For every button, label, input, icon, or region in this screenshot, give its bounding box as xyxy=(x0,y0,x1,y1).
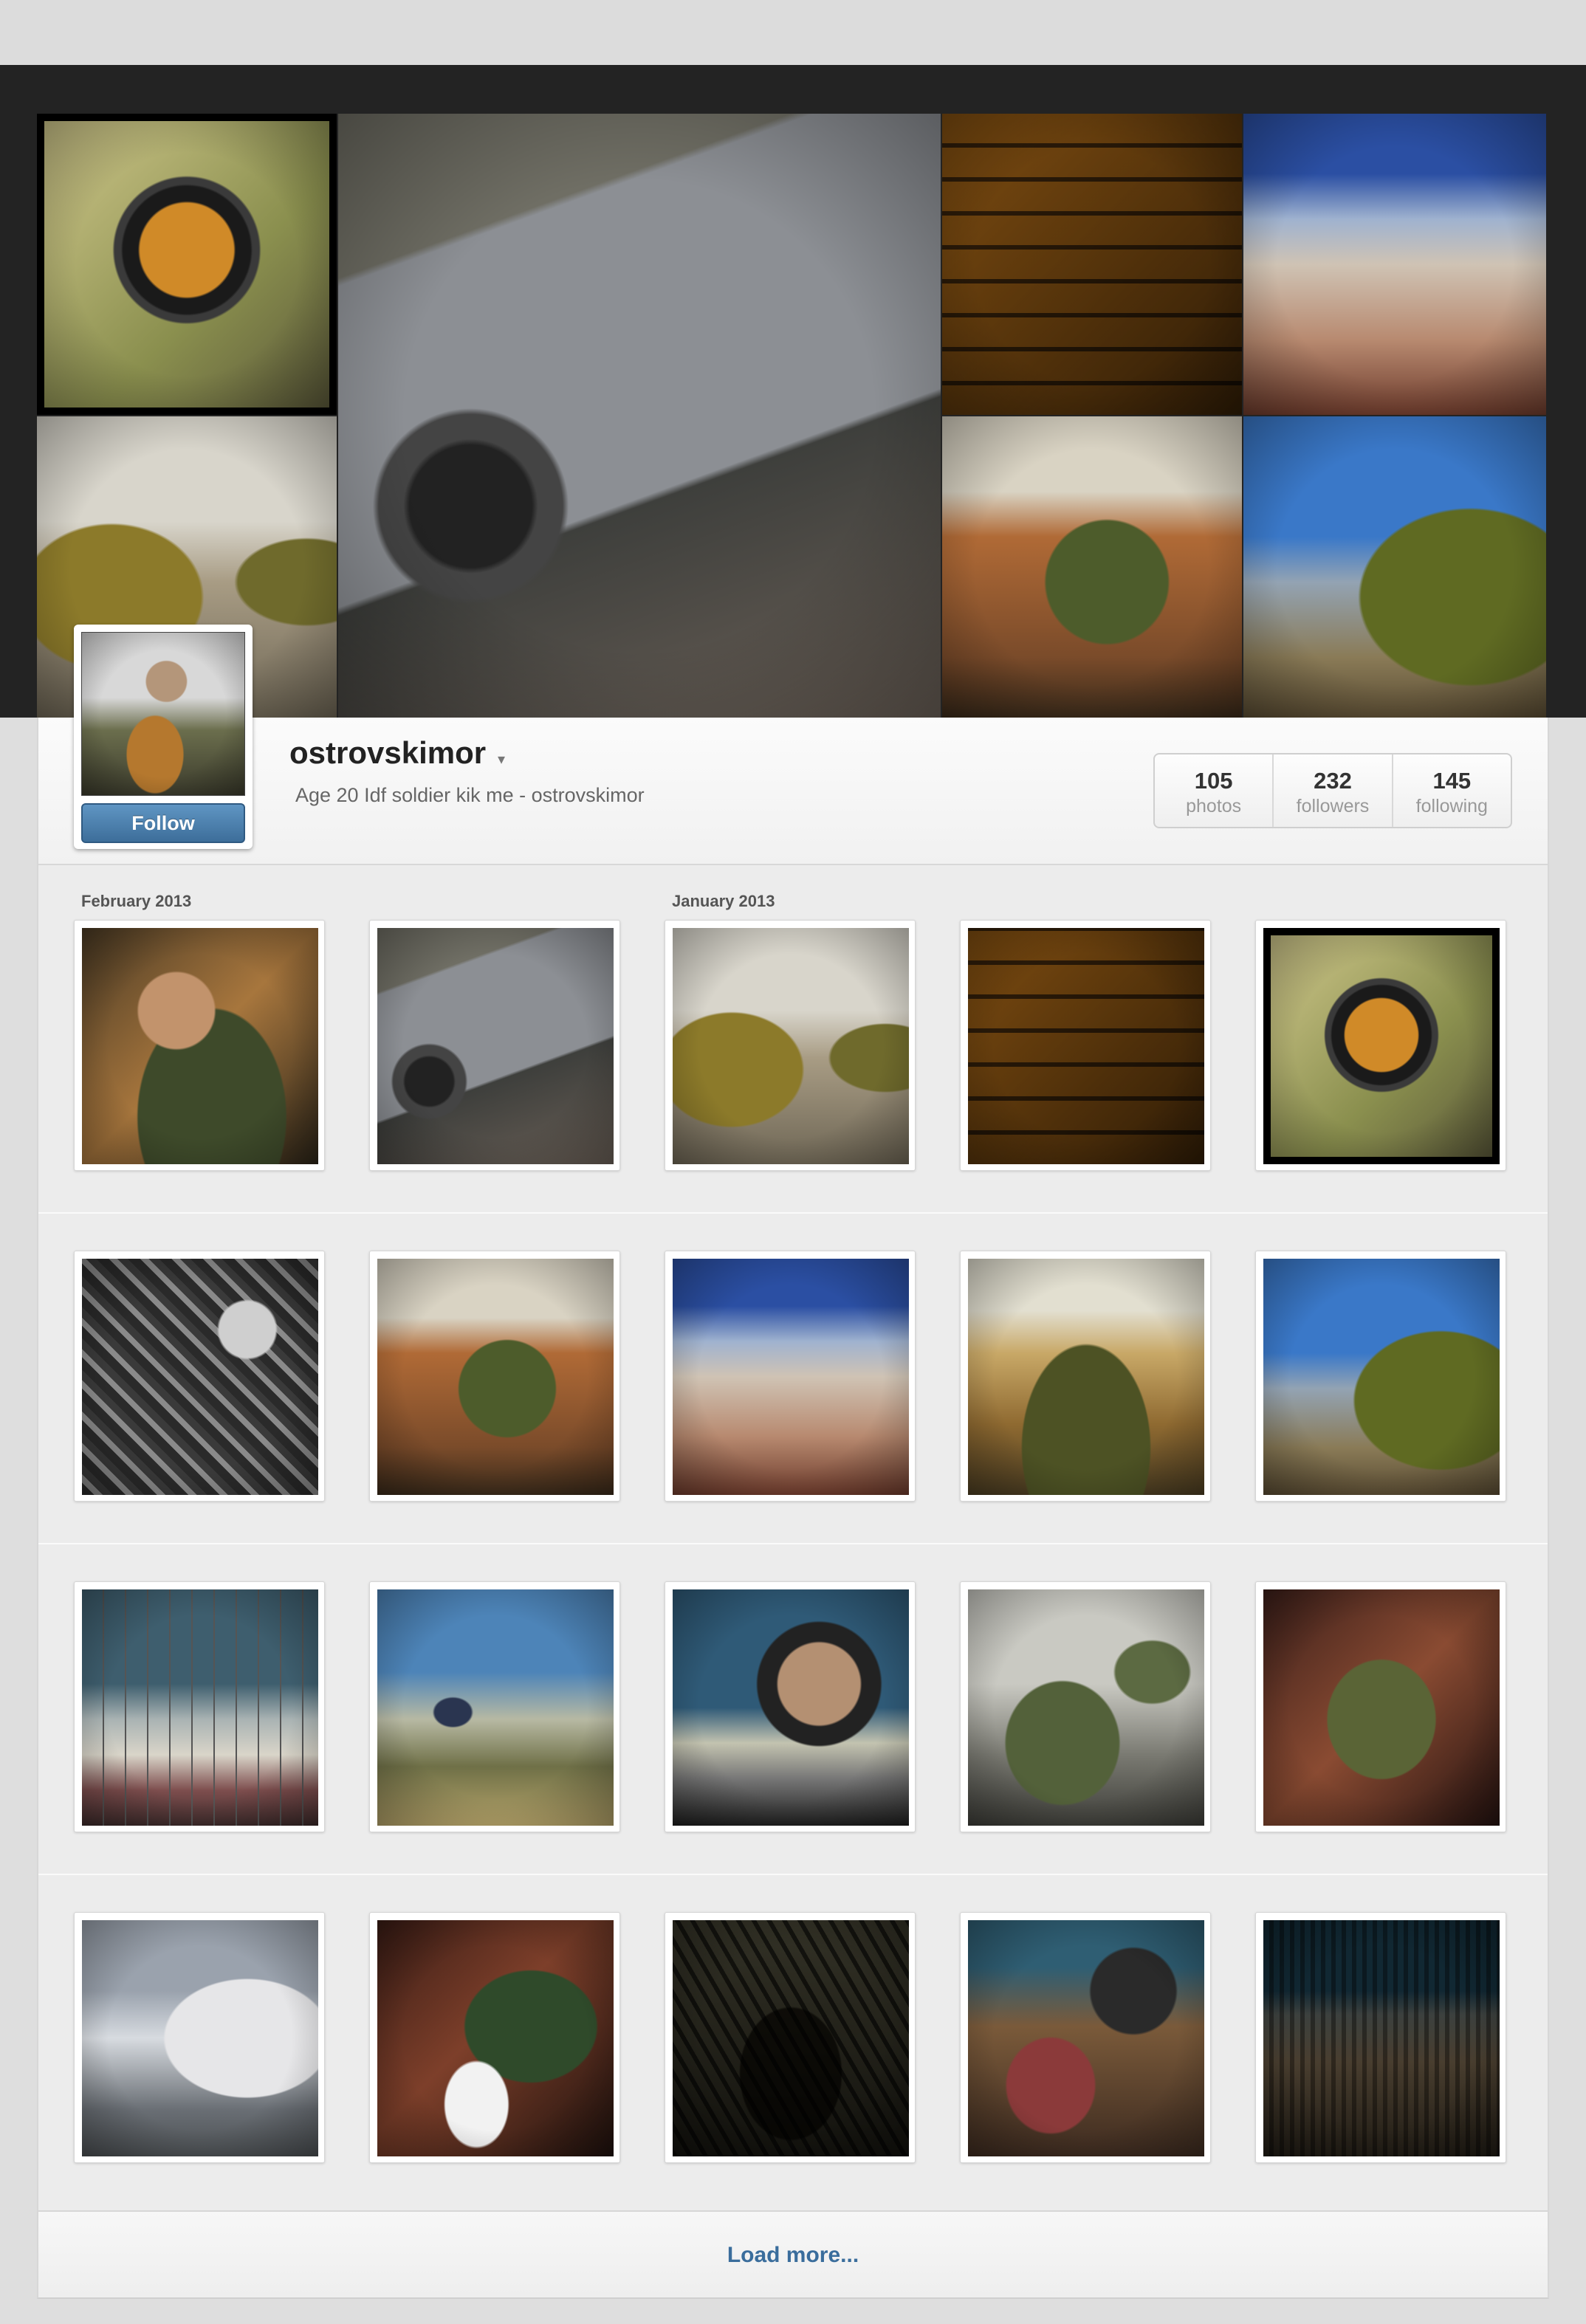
photo-thumb[interactable] xyxy=(960,1912,1211,2163)
banner-photo-sofa[interactable] xyxy=(942,416,1242,718)
photo-thumb[interactable] xyxy=(1255,1581,1506,1832)
stat-photos[interactable]: 105 photos xyxy=(1155,754,1274,827)
photo-thumb[interactable] xyxy=(1255,920,1506,1171)
month-label-february: February 2013 xyxy=(81,892,192,910)
row-separator xyxy=(38,1212,1548,1214)
photo-thumb[interactable] xyxy=(960,1251,1211,1502)
photo-thumb[interactable] xyxy=(960,920,1211,1171)
photo-thumb[interactable] xyxy=(1255,1251,1506,1502)
profile-header: Follow ostrovskimor ▾ Age 20 Idf soldier… xyxy=(38,625,1548,865)
photo-thumb[interactable] xyxy=(369,1251,620,1502)
photo-thumb[interactable] xyxy=(1255,1912,1506,2163)
stats-box: 105 photos 232 followers 145 following xyxy=(1153,753,1512,828)
photo-thumb[interactable] xyxy=(665,1251,916,1502)
follow-button[interactable]: Follow xyxy=(81,803,245,843)
month-label-january: January 2013 xyxy=(672,892,775,910)
photo-thumb[interactable] xyxy=(665,920,916,1171)
row-separator xyxy=(38,1543,1548,1544)
stat-photos-count: 105 xyxy=(1194,768,1233,794)
banner-mosaic xyxy=(37,114,1549,718)
photo-thumb[interactable] xyxy=(960,1581,1211,1832)
avatar[interactable] xyxy=(81,632,245,796)
bottom-strip xyxy=(0,2299,1586,2324)
photo-thumb[interactable] xyxy=(369,1581,620,1832)
banner-photo-jeep[interactable] xyxy=(338,114,941,718)
stat-followers-count: 232 xyxy=(1314,768,1352,794)
banner-photo-wall[interactable] xyxy=(942,114,1242,415)
photo-thumb[interactable] xyxy=(665,1581,916,1832)
stat-following-count: 145 xyxy=(1432,768,1472,794)
photo-thumb[interactable] xyxy=(74,1912,325,2163)
user-bio: Age 20 Idf soldier kik me - ostrovskimor xyxy=(295,784,645,806)
stat-followers[interactable]: 232 followers xyxy=(1274,754,1393,827)
stat-followers-label: followers xyxy=(1296,796,1370,817)
banner-photo-rifle-scope[interactable] xyxy=(37,114,337,415)
stat-photos-label: photos xyxy=(1186,796,1242,817)
photo-thumb[interactable] xyxy=(665,1912,916,2163)
photo-thumb[interactable] xyxy=(74,1251,325,1502)
username[interactable]: ostrovskimor xyxy=(289,735,486,771)
banner-photo-hilltop[interactable] xyxy=(1243,114,1546,415)
profile-banner xyxy=(0,65,1586,718)
photo-thumb[interactable] xyxy=(369,1912,620,2163)
row-separator xyxy=(38,1874,1548,1875)
profile-card: Follow ostrovskimor ▾ Age 20 Idf soldier… xyxy=(37,625,1549,2299)
user-dropdown-icon[interactable]: ▾ xyxy=(498,750,505,769)
stat-following-label: following xyxy=(1415,796,1488,817)
stat-following[interactable]: 145 following xyxy=(1393,754,1511,827)
load-more-button[interactable]: Load more... xyxy=(38,2210,1548,2297)
banner-photo-backpack[interactable] xyxy=(1243,416,1546,718)
photo-thumb[interactable] xyxy=(74,920,325,1171)
photo-thumb[interactable] xyxy=(74,1581,325,1832)
avatar-box: Follow xyxy=(74,625,253,849)
top-strip xyxy=(0,0,1586,65)
photo-thumb[interactable] xyxy=(369,920,620,1171)
